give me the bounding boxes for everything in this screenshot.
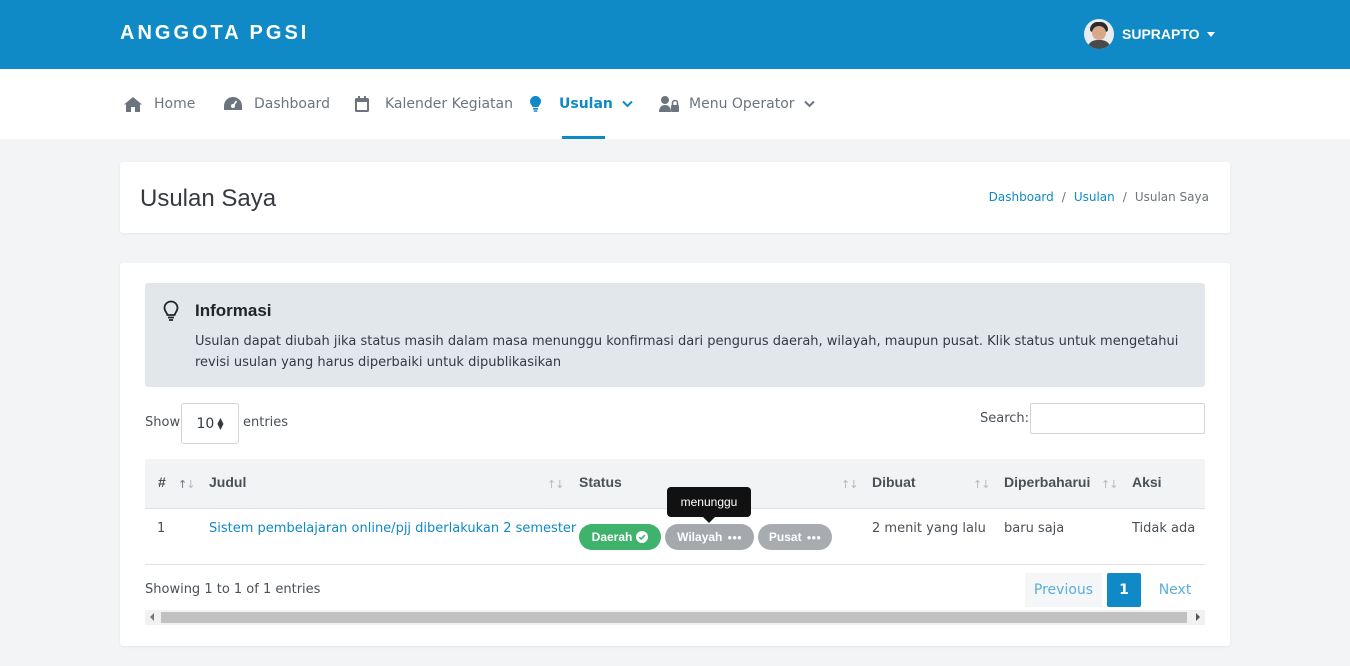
select-arrows-icon: ▲ ▼	[217, 415, 224, 431]
page-length-value: 10	[196, 415, 215, 432]
calendar-icon	[355, 96, 369, 112]
status-badge-daerah[interactable]: Daerah	[579, 524, 661, 550]
nav-item-usulan[interactable]: Usulan	[530, 69, 633, 139]
horizontal-scrollbar[interactable]	[145, 610, 1205, 625]
nav-item-label: Usulan	[559, 96, 613, 112]
breadcrumb-separator: /	[1122, 190, 1127, 204]
dashboard-gauge-icon	[224, 97, 242, 111]
active-nav-indicator	[562, 136, 605, 139]
sort-icon: ↑↓	[1101, 478, 1118, 491]
nav-item-label: Menu Operator	[689, 96, 795, 112]
column-header-dibuat[interactable]: Dibuat	[872, 474, 916, 490]
status-badge-wilayah[interactable]: Wilayah ●●●	[665, 524, 754, 550]
caret-down-icon	[1206, 31, 1215, 37]
breadcrumb-current: Usulan Saya	[1134, 190, 1209, 204]
pagination-previous-button[interactable]: Previous	[1025, 573, 1102, 607]
sort-icon: ↑↓	[841, 478, 858, 491]
column-header-status[interactable]: Status	[579, 474, 622, 490]
nav-item-dashboard[interactable]: Dashboard	[224, 69, 330, 139]
nav-item-label: Dashboard	[254, 96, 330, 112]
status-label: Daerah	[591, 530, 633, 544]
status-label: Pusat	[768, 530, 802, 544]
cell-aksi: Tidak ada	[1132, 521, 1196, 536]
chevron-down-icon	[622, 100, 633, 108]
column-header-judul[interactable]: Judul	[209, 474, 246, 490]
column-header-no[interactable]: #	[158, 474, 166, 490]
check-circle-icon	[636, 531, 649, 543]
nav-item-label: Home	[154, 96, 196, 112]
main-navbar: Home Dashboard Kalender Kegiatan Usulan …	[0, 69, 1350, 139]
chevron-down-icon	[803, 100, 815, 108]
breadcrumb-link-dashboard[interactable]: Dashboard	[989, 190, 1054, 204]
breadcrumb-separator: /	[1061, 190, 1066, 204]
breadcrumb-link-usulan[interactable]: Usulan	[1074, 190, 1115, 204]
cell-no: 1	[157, 521, 166, 536]
ellipsis-icon: ●●●	[727, 532, 742, 542]
sort-icon: ↑↓	[547, 478, 564, 491]
table-info: Showing 1 to 1 of 1 entries	[145, 582, 321, 597]
avatar	[1084, 19, 1114, 49]
info-title: Informasi	[195, 301, 272, 320]
user-lock-icon	[659, 96, 679, 112]
cell-dibuat: 2 menit yang lalu	[872, 521, 986, 536]
nav-item-home[interactable]: Home	[124, 69, 195, 139]
page-title: Usulan Saya	[140, 185, 277, 212]
status-badge-pusat[interactable]: Pusat ●●●	[758, 524, 832, 550]
nav-item-label: Kalender Kegiatan	[385, 96, 513, 112]
show-label: Show	[145, 415, 181, 430]
top-bar: ANGGOTA PGSI SUPRAPTO	[0, 0, 1350, 69]
lightbulb-icon	[530, 96, 541, 112]
brand-logo-text[interactable]: ANGGOTA PGSI	[120, 22, 309, 45]
status-label: Wilayah	[677, 530, 723, 544]
user-name: SUPRAPTO	[1122, 26, 1200, 42]
info-text: Usulan dapat diubah jika status masih da…	[195, 334, 1179, 370]
breadcrumb: Dashboard / Usulan / Usulan Saya	[989, 190, 1209, 204]
column-header-diperbaharui[interactable]: Diperbaharui	[1004, 474, 1090, 490]
lightbulb-outline-icon	[163, 300, 179, 326]
entries-label: entries	[243, 415, 289, 430]
pagination-next-button[interactable]: Next	[1146, 573, 1204, 607]
nav-item-menu-operator[interactable]: Menu Operator	[659, 69, 815, 139]
sort-icon: ↑↓	[178, 478, 195, 491]
user-menu-toggle[interactable]: SUPRAPTO	[1084, 19, 1215, 49]
sort-icon: ↑↓	[973, 478, 990, 491]
home-icon	[124, 96, 142, 112]
nav-item-kalender-kegiatan[interactable]: Kalender Kegiatan	[355, 69, 513, 139]
search-input[interactable]	[1030, 403, 1205, 434]
scroll-left-arrow-icon[interactable]	[150, 613, 154, 621]
status-tooltip: menunggu	[667, 487, 751, 523]
row-divider	[145, 564, 1205, 565]
scrollbar-thumb[interactable]	[161, 612, 1187, 623]
scroll-right-arrow-icon[interactable]	[1196, 613, 1200, 621]
cell-diperbaharui: baru saja	[1004, 521, 1065, 536]
search-label: Search:	[980, 411, 1030, 426]
page-length-select[interactable]: 10 ▲ ▼	[181, 403, 239, 444]
ellipsis-icon: ●●●	[806, 532, 822, 542]
cell-judul-link[interactable]: Sistem pembelajaran online/pjj diberlaku…	[209, 521, 576, 536]
column-header-aksi[interactable]: Aksi	[1132, 474, 1162, 490]
pagination-page-1[interactable]: 1	[1107, 573, 1141, 607]
